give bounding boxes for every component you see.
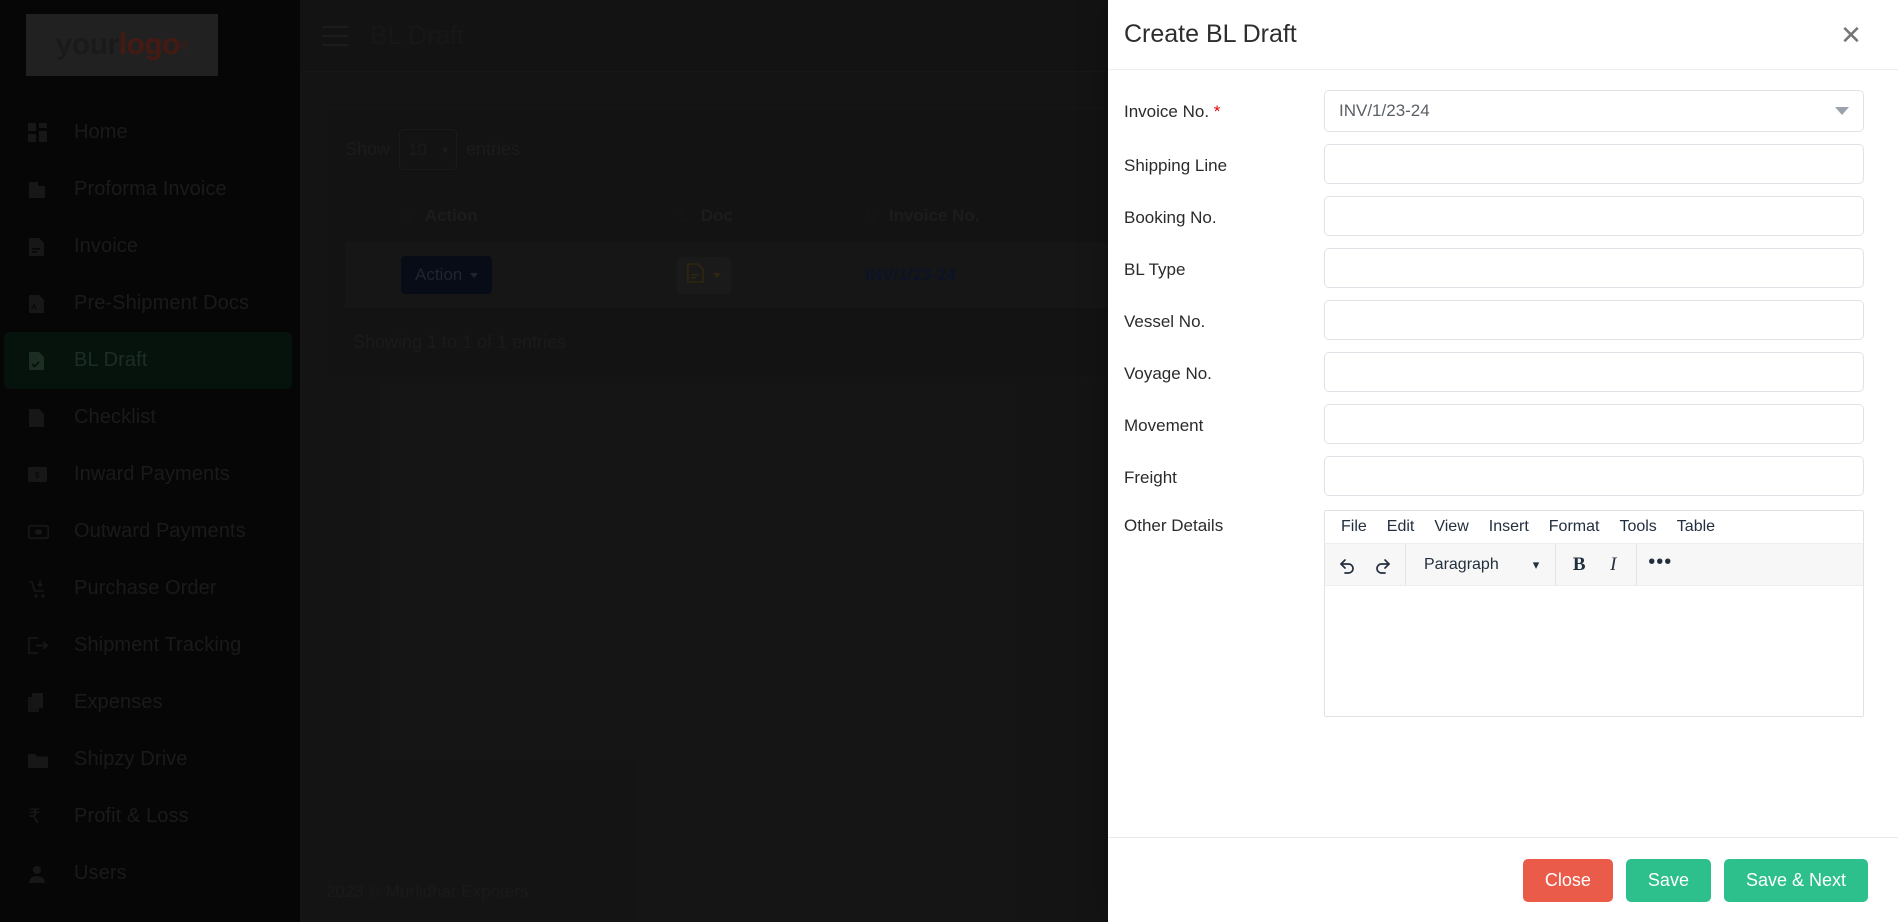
field-label-vessel-no: Vessel No. <box>1124 312 1206 331</box>
field-row-vessel-no: Vessel No. <box>1124 300 1864 340</box>
field-label-bl-type: BL Type <box>1124 260 1186 279</box>
shipping-line-input[interactable] <box>1324 144 1864 184</box>
editor-menubar: File Edit View Insert Format Tools Table <box>1325 511 1863 544</box>
voyage-no-input[interactable] <box>1324 352 1864 392</box>
editor-block-format-value: Paragraph <box>1424 555 1499 573</box>
editor-block-format-select[interactable]: Paragraph ▾ <box>1412 548 1549 582</box>
field-label-invoice-no: Invoice No. * <box>1124 90 1324 122</box>
editor-toolbar: Paragraph ▾ B I ••• <box>1325 544 1863 586</box>
italic-button[interactable]: I <box>1596 548 1630 582</box>
freight-input[interactable] <box>1324 456 1864 496</box>
editor-menu-table[interactable]: Table <box>1667 515 1725 539</box>
create-bl-draft-modal: Create BL Draft ✕ Invoice No. * INV/1/23… <box>1108 0 1898 922</box>
modal-header: Create BL Draft ✕ <box>1108 0 1898 70</box>
invoice-no-select[interactable]: INV/1/23-24 <box>1324 90 1864 132</box>
field-row-invoice-no: Invoice No. * INV/1/23-24 <box>1124 90 1864 132</box>
rich-text-editor: File Edit View Insert Format Tools Table <box>1324 510 1864 717</box>
modal-body: Invoice No. * INV/1/23-24 Shipping Line … <box>1108 70 1898 838</box>
movement-input[interactable] <box>1324 404 1864 444</box>
modal-title: Create BL Draft <box>1124 20 1297 48</box>
close-icon[interactable]: ✕ <box>1834 18 1868 52</box>
save-button[interactable]: Save <box>1625 858 1711 902</box>
field-row-shipping-line: Shipping Line <box>1124 144 1864 184</box>
editor-menu-view[interactable]: View <box>1424 515 1478 539</box>
editor-content-area[interactable] <box>1325 586 1863 716</box>
close-button[interactable]: Close <box>1522 858 1613 902</box>
editor-overflow-group: ••• <box>1637 544 1683 585</box>
more-options-button[interactable]: ••• <box>1643 548 1677 582</box>
chevron-down-icon: ▾ <box>1532 556 1540 572</box>
field-label-movement: Movement <box>1124 416 1204 435</box>
editor-menu-tools[interactable]: Tools <box>1609 515 1666 539</box>
editor-menu-file[interactable]: File <box>1331 515 1377 539</box>
required-asterisk: * <box>1213 102 1221 121</box>
screen: your logo ® Home Proforma Invoice Invoic… <box>0 0 1898 922</box>
booking-no-input[interactable] <box>1324 196 1864 236</box>
bold-button[interactable]: B <box>1562 548 1596 582</box>
chevron-down-icon <box>1835 107 1849 115</box>
redo-icon[interactable] <box>1365 548 1399 582</box>
undo-icon[interactable] <box>1331 548 1365 582</box>
field-label-voyage-no: Voyage No. <box>1124 364 1212 383</box>
save-and-next-button[interactable]: Save & Next <box>1723 858 1868 902</box>
field-label-shipping-line: Shipping Line <box>1124 156 1228 175</box>
field-row-bl-type: BL Type <box>1124 248 1864 288</box>
field-row-freight: Freight <box>1124 456 1864 496</box>
invoice-no-value: INV/1/23-24 <box>1339 101 1430 120</box>
field-row-other-details: Other Details File Edit View Insert Form… <box>1124 510 1864 717</box>
field-label-booking-no: Booking No. <box>1124 208 1217 227</box>
field-row-movement: Movement <box>1124 404 1864 444</box>
field-row-voyage-no: Voyage No. <box>1124 352 1864 392</box>
vessel-no-input[interactable] <box>1324 300 1864 340</box>
editor-menu-edit[interactable]: Edit <box>1377 515 1425 539</box>
modal-footer: Close Save Save & Next <box>1108 838 1898 922</box>
editor-history-group <box>1325 544 1406 585</box>
editor-menu-insert[interactable]: Insert <box>1479 515 1539 539</box>
field-label-freight: Freight <box>1124 468 1177 487</box>
editor-format-group: Paragraph ▾ <box>1406 544 1557 585</box>
bl-type-input[interactable] <box>1324 248 1864 288</box>
editor-style-group: B I <box>1556 544 1638 585</box>
label-text: Invoice No. <box>1124 102 1210 121</box>
field-label-other-details: Other Details <box>1124 516 1224 535</box>
editor-menu-format[interactable]: Format <box>1539 515 1610 539</box>
field-row-booking-no: Booking No. <box>1124 196 1864 236</box>
